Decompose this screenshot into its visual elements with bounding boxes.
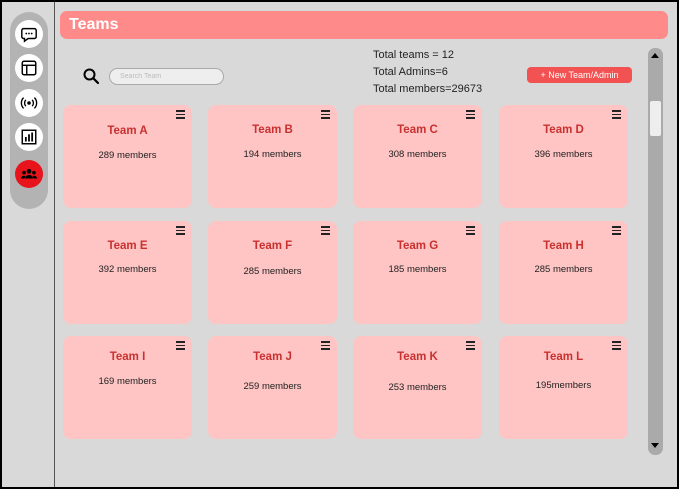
nav-item-analytics[interactable]: [15, 123, 43, 151]
total-members: Total members=29673: [373, 83, 483, 95]
team-card[interactable]: Team D 396 members: [499, 105, 628, 208]
team-name: Team A: [107, 125, 148, 137]
team-card[interactable]: Team G 185 members: [353, 221, 482, 324]
team-member-count: 285 members: [534, 264, 593, 275]
team-member-count: 194 members: [243, 149, 302, 160]
hamburger-menu-icon[interactable]: [176, 226, 185, 235]
team-name: Team H: [543, 240, 584, 252]
sidebar-nav: [10, 12, 48, 209]
team-card[interactable]: Team I 169 members: [63, 336, 192, 439]
total-admins: Total Admins=6: [373, 66, 448, 78]
team-card[interactable]: Team A 289 members: [63, 105, 192, 208]
page-title: Teams: [69, 16, 119, 33]
team-name: Team L: [543, 351, 584, 363]
scroll-up-arrow[interactable]: [651, 53, 659, 58]
team-name: Team D: [543, 124, 584, 136]
team-name: Team F: [252, 240, 293, 252]
nav-item-broadcast[interactable]: [15, 89, 43, 117]
scroll-thumb[interactable]: [650, 101, 661, 136]
team-card[interactable]: Team F 285 members: [208, 221, 337, 324]
total-teams: Total teams = 12: [373, 49, 455, 61]
team-name: Team G: [396, 240, 439, 252]
team-member-count: 285 members: [243, 266, 302, 277]
team-card[interactable]: Team H 285 members: [499, 221, 628, 324]
sidebar-divider: [54, 2, 55, 487]
scroll-down-arrow[interactable]: [651, 443, 659, 448]
team-name: Team B: [252, 124, 293, 136]
team-name: Team I: [109, 351, 146, 363]
hamburger-menu-icon[interactable]: [321, 341, 330, 350]
team-member-count: 396 members: [534, 149, 593, 160]
team-card[interactable]: Team J 259 members: [208, 336, 337, 439]
team-name: Team J: [253, 351, 292, 363]
teams-icon: [20, 168, 38, 179]
team-card[interactable]: Team K 253 members: [353, 336, 482, 439]
team-card[interactable]: Team C 308 members: [353, 105, 482, 208]
team-stats: Total teams = 12 Total Admins=6 Total me…: [373, 47, 482, 98]
team-member-count: 169 members: [98, 376, 157, 387]
hamburger-menu-icon[interactable]: [466, 110, 475, 119]
team-card[interactable]: Team L 195members: [499, 336, 628, 439]
team-member-count: 289 members: [98, 150, 157, 161]
team-member-count: 195members: [535, 380, 592, 391]
app-window: Teams Total teams = 12 Total Admins=6 To…: [2, 2, 677, 487]
search-icon[interactable]: [82, 67, 100, 85]
hamburger-menu-icon[interactable]: [176, 110, 185, 119]
nav-item-chat[interactable]: [15, 20, 43, 48]
chat-icon: [21, 27, 37, 43]
team-card[interactable]: Team B 194 members: [208, 105, 337, 208]
hamburger-menu-icon[interactable]: [466, 341, 475, 350]
nav-item-layout[interactable]: [15, 54, 43, 82]
hamburger-menu-icon[interactable]: [321, 110, 330, 119]
scrollbar[interactable]: [648, 48, 663, 455]
team-member-count: 185 members: [388, 264, 447, 275]
search-input[interactable]: [109, 68, 224, 85]
hamburger-menu-icon[interactable]: [612, 341, 621, 350]
team-member-count: 392 members: [98, 264, 157, 275]
hamburger-menu-icon[interactable]: [466, 226, 475, 235]
team-member-count: 253 members: [388, 382, 447, 393]
nav-item-teams[interactable]: [15, 160, 43, 188]
team-name: Team C: [397, 124, 438, 136]
team-name: Team K: [397, 351, 438, 363]
hamburger-menu-icon[interactable]: [321, 226, 330, 235]
team-member-count: 259 members: [243, 381, 302, 392]
hamburger-menu-icon[interactable]: [612, 110, 621, 119]
team-card[interactable]: Team E 392 members: [63, 221, 192, 324]
layout-icon: [21, 60, 37, 76]
team-name: Team E: [107, 240, 148, 252]
new-team-admin-button[interactable]: + New Team/Admin: [527, 67, 632, 83]
hamburger-menu-icon[interactable]: [176, 341, 185, 350]
broadcast-icon: [20, 97, 38, 109]
analytics-icon: [21, 129, 37, 145]
page-header: Teams: [60, 11, 668, 39]
team-member-count: 308 members: [388, 149, 447, 160]
hamburger-menu-icon[interactable]: [612, 226, 621, 235]
